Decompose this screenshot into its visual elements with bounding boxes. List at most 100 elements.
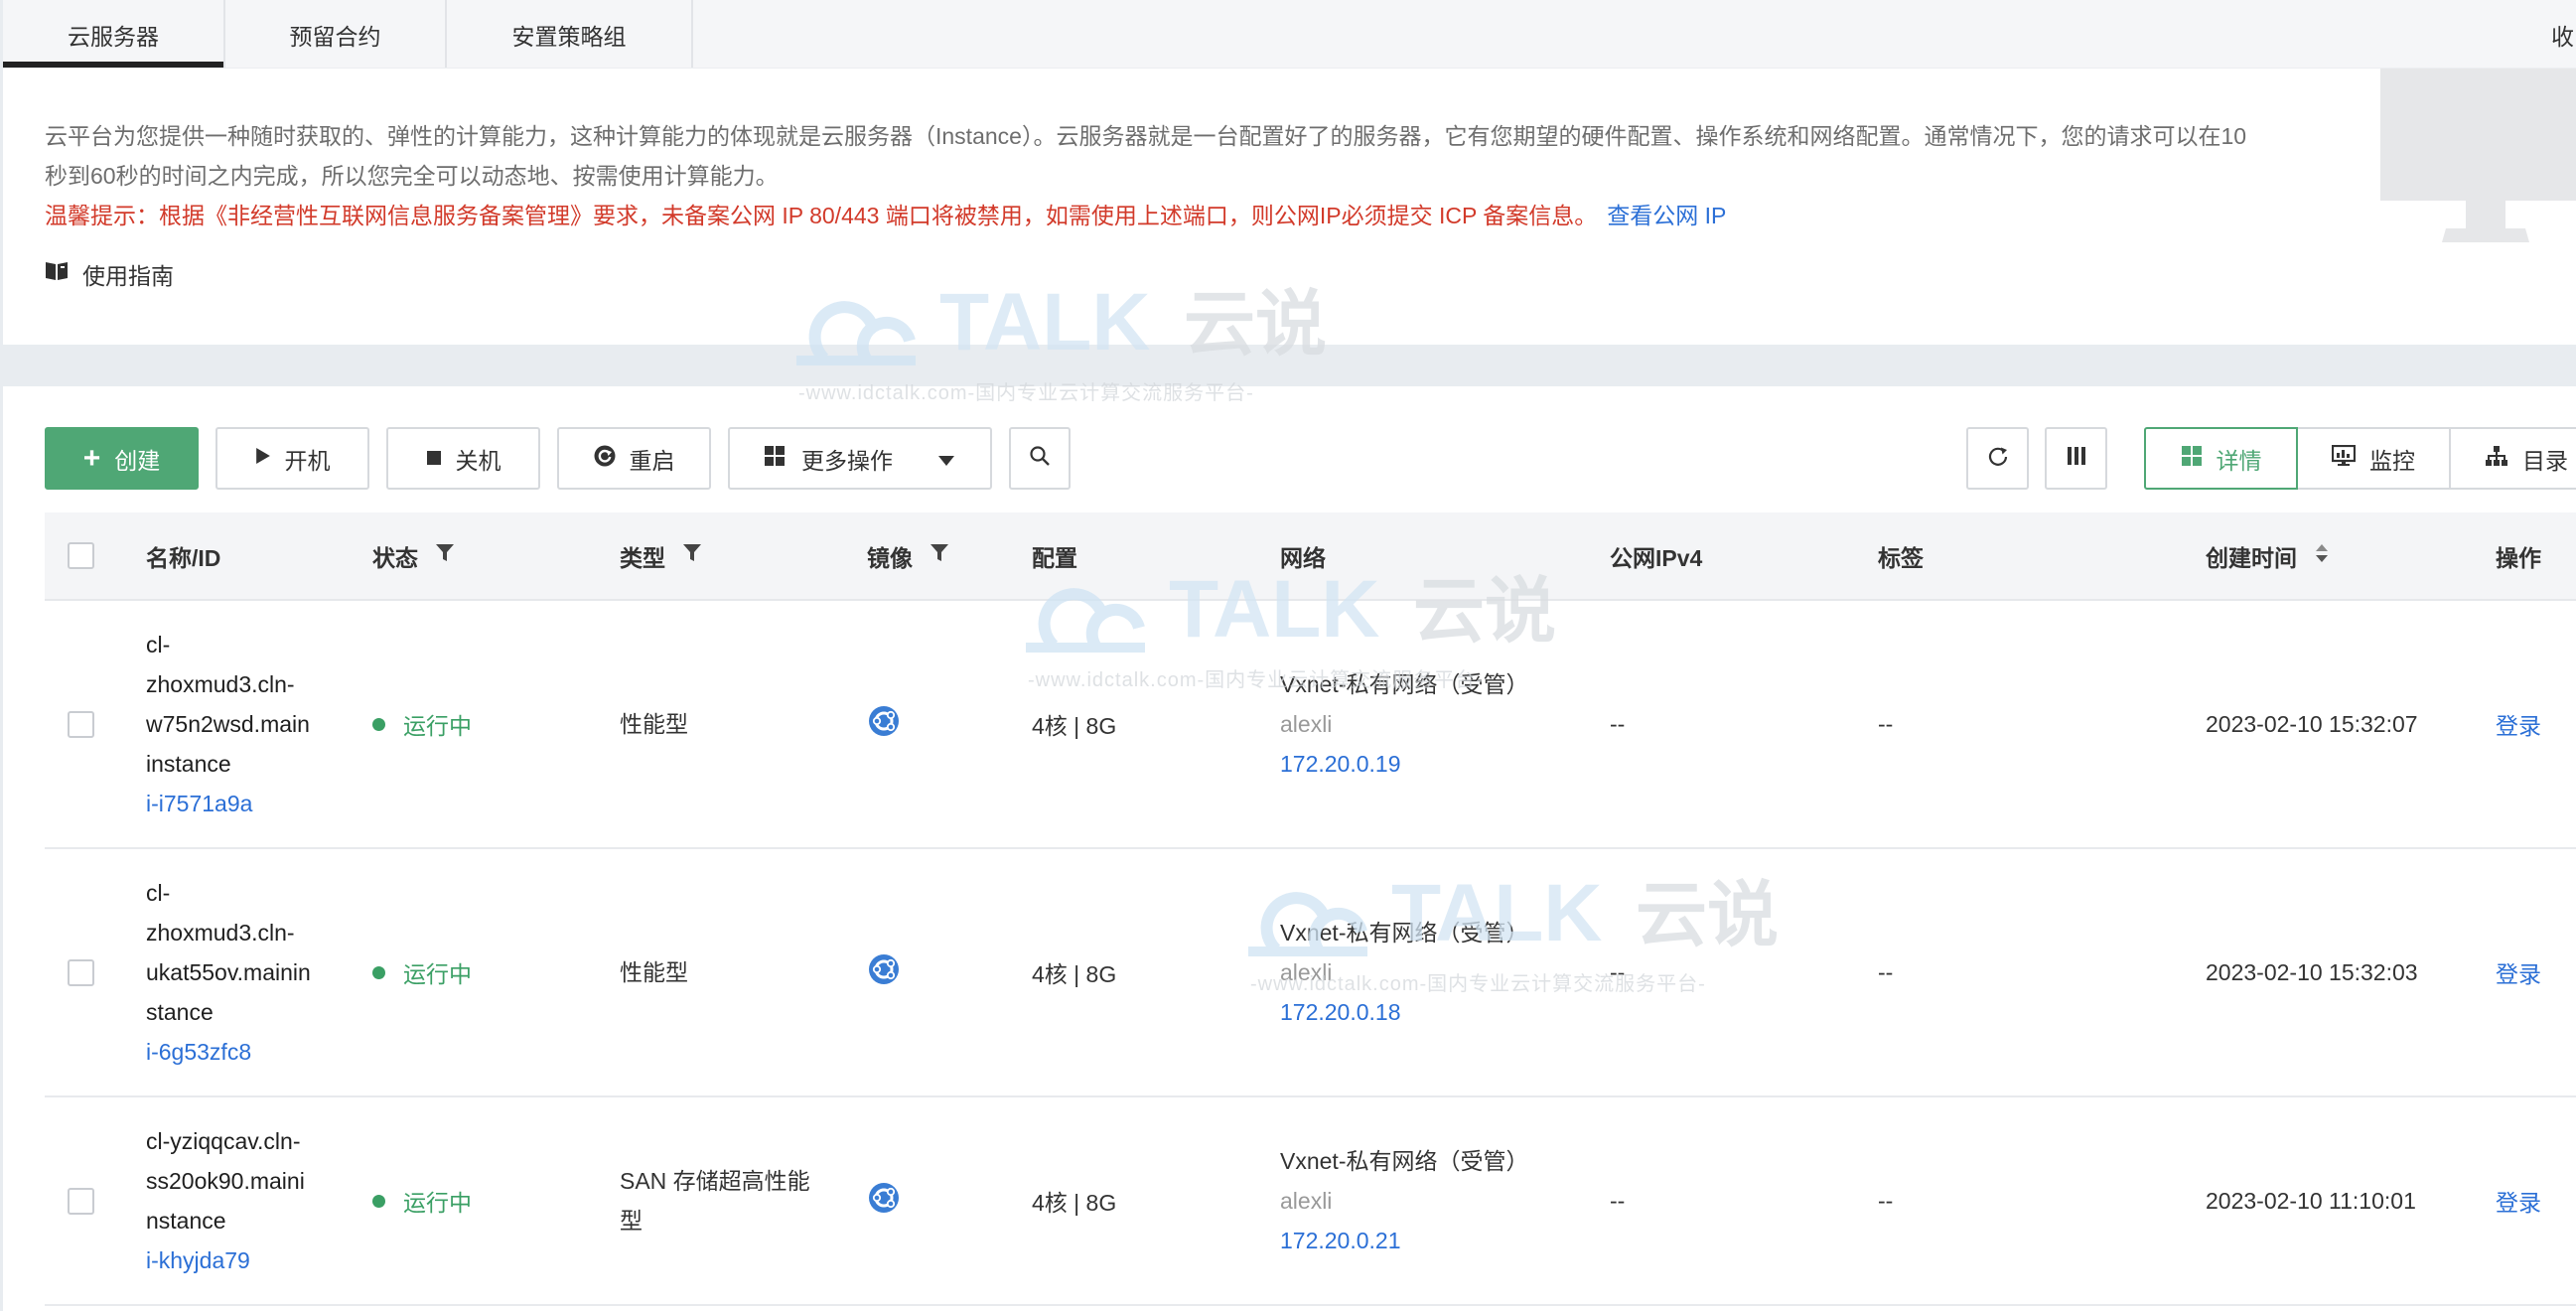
tags-value: -- (1878, 710, 1894, 737)
tab-cloud-servers[interactable]: 云服务器 (3, 0, 225, 68)
config-cell: 4核 | 8G (1032, 601, 1116, 847)
column-settings-button[interactable] (2045, 427, 2107, 490)
status-text: 运行中 (403, 713, 472, 739)
column-label: 类型 (620, 544, 665, 571)
row-select-cell (68, 601, 94, 847)
start-button[interactable]: 开机 (215, 427, 369, 490)
private-ip-link[interactable]: 172.20.0.19 (1280, 744, 1528, 784)
network-owner: alexli (1280, 959, 1333, 985)
instance-type: 性能型 (620, 711, 688, 737)
more-actions-dropdown[interactable]: 更多操作 (728, 427, 992, 490)
os-image-icon[interactable] (869, 1183, 899, 1219)
monitor-view-label: 监控 (2369, 447, 2415, 474)
tags-cell: -- (1878, 601, 1893, 847)
instance-name-line: ukat55ov.mainin (146, 959, 311, 985)
table-row[interactable]: cl-yziqqcav.cln- ss20ok90.maini nstance … (45, 1097, 2576, 1306)
create-label: 创建 (114, 447, 161, 474)
columns-icon (2067, 445, 2086, 472)
instance-type: 型 (620, 1208, 643, 1234)
grid-view-icon (2181, 445, 2203, 473)
column-header-type: 类型 (620, 512, 701, 599)
usage-guide-link[interactable]: 使用指南 (45, 254, 174, 294)
column-label: 镜像 (867, 544, 913, 571)
tab-label: 云服务器 (68, 23, 159, 50)
tab-placement-groups[interactable]: 安置策略组 (447, 0, 693, 68)
view-public-ip-link[interactable]: 查看公网 IP (1607, 203, 1726, 228)
column-header-public-ipv4: 公网IPv4 (1610, 512, 1702, 599)
tab-label: 安置策略组 (511, 23, 627, 50)
network-name: Vxnet-私有网络（受管） (1280, 1148, 1529, 1174)
detail-view-button[interactable]: 详情 (2144, 427, 2298, 490)
column-header-network: 网络 (1280, 512, 1326, 599)
tags-cell: -- (1878, 849, 1893, 1095)
network-name: Vxnet-私有网络（受管） (1280, 920, 1529, 946)
private-ip-link[interactable]: 172.20.0.18 (1280, 992, 1528, 1032)
icp-warning: 温馨提示：根据《非经营性互联网信息服务备案管理》要求，未备案公网 IP 80/4… (45, 196, 2259, 235)
instance-name-line: stance (146, 999, 214, 1025)
instance-id-link[interactable]: i-i7571a9a (146, 784, 310, 823)
instance-name-line: instance (146, 751, 231, 777)
row-checkbox[interactable] (68, 958, 94, 986)
private-ip-link[interactable]: 172.20.0.21 (1280, 1221, 1528, 1260)
login-link[interactable]: 登录 (2496, 1184, 2541, 1218)
instance-name-line: cl- (146, 632, 171, 657)
collapse-toggle[interactable]: 收 (2551, 0, 2574, 68)
os-image-icon[interactable] (869, 954, 899, 990)
instances-panel: + 创建 开机 关机 重启 更多操作 详情 监控 目录 名称/ID 状态 类型 … (3, 386, 2576, 1311)
filter-icon[interactable] (436, 542, 454, 569)
column-label: 配置 (1032, 544, 1077, 571)
refresh-icon (1987, 445, 2009, 473)
network-cell: Vxnet-私有网络（受管） alexli 172.20.0.19 (1280, 601, 1598, 847)
instance-id-link[interactable]: i-khyjda79 (146, 1240, 305, 1280)
play-icon (255, 445, 271, 472)
column-label: 公网IPv4 (1610, 544, 1703, 571)
table-row[interactable]: cl- zhoxmud3.cln- w75n2wsd.main instance… (45, 601, 2576, 849)
status-dot (372, 965, 385, 979)
action-cell: 登录 (2496, 849, 2541, 1095)
network-cell: Vxnet-私有网络（受管） alexli 172.20.0.18 (1280, 849, 1598, 1095)
restart-button[interactable]: 重启 (557, 427, 711, 490)
filter-icon[interactable] (683, 542, 701, 569)
instance-id-link[interactable]: i-6g53zfc8 (146, 1032, 311, 1072)
network-owner: alexli (1280, 1188, 1333, 1214)
search-button[interactable] (1009, 427, 1071, 490)
login-link[interactable]: 登录 (2496, 707, 2541, 741)
book-icon (45, 260, 69, 288)
status-dot (372, 717, 385, 731)
filter-icon[interactable] (930, 542, 948, 569)
row-checkbox[interactable] (68, 710, 94, 738)
select-all-checkbox[interactable] (68, 542, 94, 569)
status-cell: 运行中 (372, 601, 472, 847)
config-value: 4核 | 8G (1032, 713, 1117, 739)
name-cell: cl-yziqqcav.cln- ss20ok90.maini nstance … (146, 1097, 359, 1304)
stop-button[interactable]: 关机 (386, 427, 540, 490)
create-button[interactable]: + 创建 (45, 427, 199, 490)
type-cell: 性能型 (620, 601, 853, 847)
stop-icon (426, 445, 442, 472)
table-row[interactable]: cl- zhoxmud3.cln- ukat55ov.mainin stance… (45, 849, 2576, 1097)
sort-icon[interactable] (2315, 542, 2329, 570)
column-label: 网络 (1280, 544, 1326, 571)
column-label: 标签 (1878, 544, 1924, 571)
refresh-button[interactable] (1966, 427, 2029, 490)
monitor-view-button[interactable]: 监控 (2296, 427, 2451, 490)
instance-name-line: ss20ok90.maini (146, 1168, 305, 1194)
directory-view-button[interactable]: 目录 (2449, 427, 2576, 490)
status-text: 运行中 (403, 961, 472, 987)
status-text: 运行中 (403, 1190, 472, 1216)
os-image-icon[interactable] (869, 706, 899, 742)
tab-reserved-contracts[interactable]: 预留合约 (225, 0, 447, 68)
monitor-icon (2331, 444, 2357, 473)
top-tab-bar: 云服务器 预留合约 安置策略组 收 (3, 0, 2576, 69)
public-ip-value: -- (1610, 958, 1626, 985)
login-link[interactable]: 登录 (2496, 955, 2541, 989)
intro-panel: 云平台为您提供一种随时获取的、弹性的计算能力，这种计算能力的体现就是云服务器（I… (3, 69, 2576, 345)
start-label: 开机 (284, 447, 331, 474)
public-ip-cell: -- (1610, 601, 1625, 847)
tags-cell: -- (1878, 1097, 1893, 1304)
column-header-created[interactable]: 创建时间 (2206, 512, 2329, 599)
row-checkbox[interactable] (68, 1187, 94, 1215)
row-select-cell (68, 849, 94, 1095)
column-header-name: 名称/ID (146, 512, 220, 599)
network-cell: Vxnet-私有网络（受管） alexli 172.20.0.21 (1280, 1097, 1598, 1304)
